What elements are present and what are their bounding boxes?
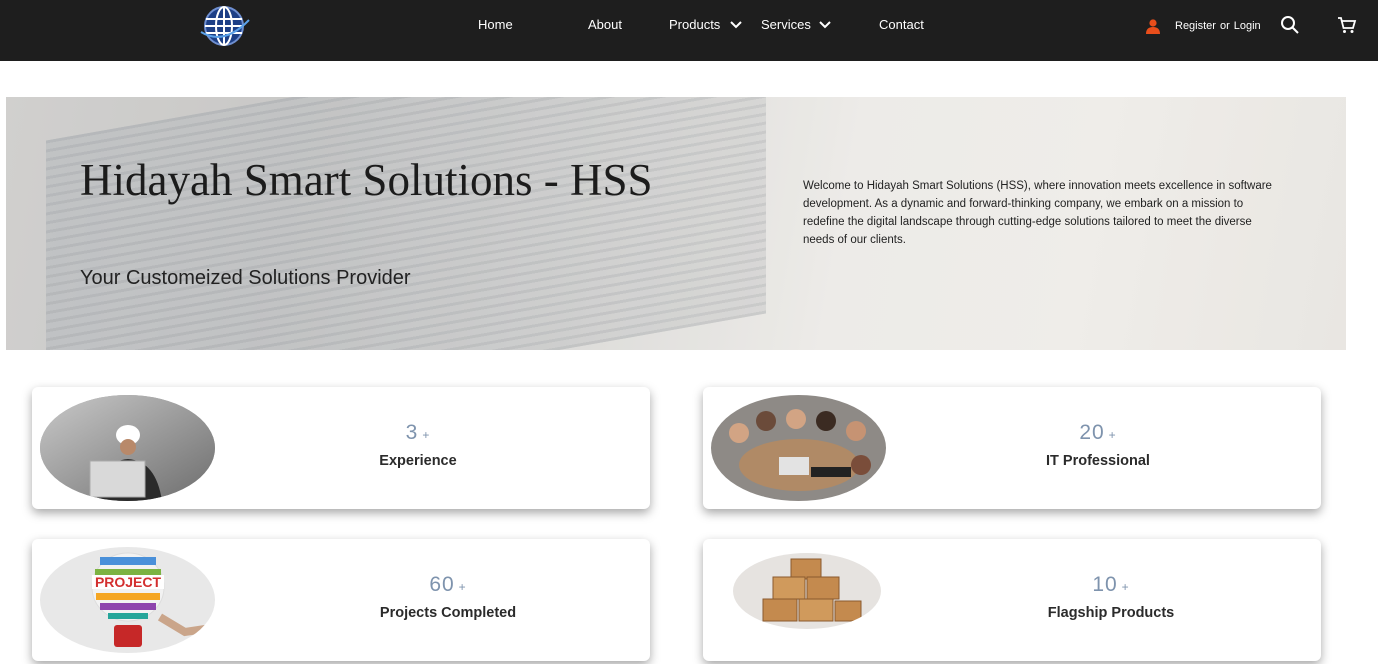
project-lightbulb-image: PROJECT xyxy=(40,547,215,653)
login-label[interactable]: Login xyxy=(1234,20,1261,32)
team-photo-image xyxy=(711,395,886,501)
stat-label: Projects Completed xyxy=(379,605,517,621)
stat-label: IT Professional xyxy=(1046,453,1150,469)
engineer-laptop-image xyxy=(40,395,215,501)
hero-description: Welcome to Hidayah Smart Solutions (HSS)… xyxy=(803,180,1272,246)
stat-label: Flagship Products xyxy=(1047,605,1175,621)
chevron-down-icon[interactable] xyxy=(818,17,832,31)
stat-label: Experience xyxy=(379,453,457,469)
hero-title: Hidayah Smart Solutions - HSS xyxy=(80,155,653,205)
top-navbar: Home About Products Services Contact Reg… xyxy=(0,0,1378,61)
nav-contact[interactable]: Contact xyxy=(879,17,924,32)
stat-card-flagship-products: 10 + Flagship Products xyxy=(703,539,1321,661)
nav-home[interactable]: Home xyxy=(478,17,513,32)
register-login-link[interactable]: Register or Login xyxy=(1145,17,1261,35)
stat-number: 60 + xyxy=(429,573,467,596)
chevron-down-icon[interactable] xyxy=(729,17,743,31)
or-label: or xyxy=(1219,20,1230,32)
search-icon[interactable] xyxy=(1280,15,1300,35)
stat-card-it-professional: 20 + IT Professional xyxy=(703,387,1321,509)
stat-number: 10 + xyxy=(1092,573,1130,596)
nav-products[interactable]: Products xyxy=(669,17,720,32)
nav-about[interactable]: About xyxy=(588,17,622,32)
svg-text:PROJECT: PROJECT xyxy=(95,574,162,590)
stat-card-experience: 3 + Experience xyxy=(32,387,650,509)
user-icon xyxy=(1146,19,1160,34)
stat-card-projects: PROJECT 60 + Projects Completed xyxy=(32,539,650,661)
stat-number: 3 + xyxy=(405,421,431,444)
nav-services[interactable]: Services xyxy=(761,17,811,32)
hero-banner: Hidayah Smart Solutions - HSS Your Custo… xyxy=(6,97,1346,350)
stat-number: 20 + xyxy=(1079,421,1117,444)
cardboard-boxes-image xyxy=(733,553,881,629)
register-label[interactable]: Register xyxy=(1175,20,1216,32)
hero-subtitle: Your Customeized Solutions Provider xyxy=(80,267,411,289)
globe-logo[interactable] xyxy=(193,2,255,50)
cart-icon[interactable] xyxy=(1337,15,1357,35)
